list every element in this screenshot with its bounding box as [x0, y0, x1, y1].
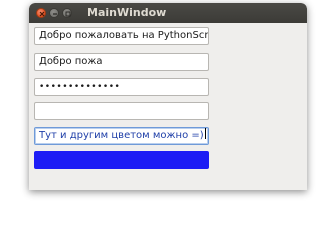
minimize-button[interactable]: [49, 8, 59, 18]
password-input[interactable]: ••••••••••••••: [34, 78, 209, 96]
main-window: MainWindow Добро пожаловать на PythonScr…: [29, 3, 307, 190]
close-icon: [39, 11, 45, 17]
title-bar[interactable]: MainWindow: [29, 3, 307, 23]
close-button[interactable]: [36, 8, 46, 18]
text-caret: [204, 128, 206, 139]
blue-color-block[interactable]: [34, 151, 209, 169]
minimize-icon: [53, 13, 57, 15]
colored-text-input-text: Тут и другим цветом можно =): [39, 130, 204, 141]
password-input-text: ••••••••••••••: [39, 82, 121, 92]
partial-text-input[interactable]: Добро пожа: [34, 53, 209, 71]
desktop: MainWindow Добро пожаловать на PythonScr…: [0, 0, 320, 200]
colored-text-input[interactable]: Тут и другим цветом можно =): [34, 127, 209, 145]
maximize-button[interactable]: [62, 8, 72, 18]
maximize-icon: [65, 11, 71, 17]
partial-text-input-text: Добро пожа: [39, 56, 103, 67]
empty-input[interactable]: [34, 102, 209, 120]
greeting-input-text: Добро пожаловать на PythonScripts: [39, 30, 209, 41]
window-title: MainWindow: [87, 6, 167, 19]
greeting-input[interactable]: Добро пожаловать на PythonScripts: [34, 27, 209, 45]
